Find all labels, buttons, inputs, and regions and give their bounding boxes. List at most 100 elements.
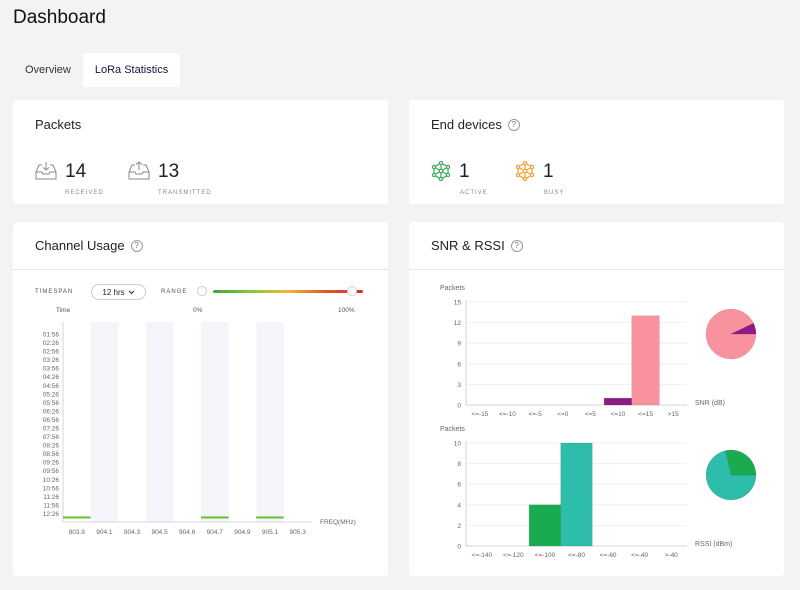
freq-tick-label: 904.1: [96, 529, 113, 536]
freq-tick-label: 905.3: [289, 529, 306, 536]
time-tick-label: 05:56: [43, 400, 60, 407]
x-tick-label: >-40: [665, 552, 679, 559]
time-tick-label: 02:56: [43, 349, 60, 356]
y-axis-title: Packets: [440, 426, 465, 433]
freq-tick-label: 905.1: [262, 529, 279, 536]
freq-axis-label: FREQ(MHz): [320, 519, 356, 526]
active-label: ACTIVE: [460, 190, 488, 196]
time-tick-label: 07:26: [43, 426, 60, 433]
inbox-upload-icon: [128, 161, 150, 186]
x-tick-label: <=-120: [503, 552, 524, 559]
packets-title: Packets: [35, 117, 82, 132]
usage-cell: [256, 516, 284, 519]
freq-tick-label: 904.3: [124, 529, 141, 536]
time-tick-label: 03:56: [43, 366, 60, 373]
x-tick-label: <=0: [557, 411, 569, 418]
y-axis-title: Packets: [440, 285, 465, 292]
x-tick-label: <=-60: [600, 552, 617, 559]
snr-histogram: Packets 0 3 6 9 12 15 <=-15 <=-10 <=-5 <=0 <=5 <=10 <…: [440, 285, 757, 418]
y-tick-label: 6: [457, 361, 461, 368]
time-tick-label: 09:56: [43, 468, 60, 475]
time-tick-label: 07:56: [43, 434, 60, 441]
histogram-bar: [560, 442, 593, 547]
x-tick-label: <=-5: [528, 411, 542, 418]
network-node-icon: [431, 160, 451, 186]
transmitted-count: 13: [158, 161, 180, 182]
histogram-bar: [528, 504, 561, 547]
y-tick-label: 0: [457, 544, 461, 551]
time-tick-label: 03:26: [43, 357, 60, 364]
x-tick-label: <=-100: [535, 552, 556, 559]
y-tick-label: 9: [457, 341, 461, 348]
network-node-icon: [515, 160, 535, 186]
y-tick-label: 10: [454, 441, 462, 448]
freq-tick-label: 904.7: [207, 529, 224, 536]
channel-band: [256, 322, 284, 522]
page-title: Dashboard: [13, 7, 106, 28]
x-tick-label: >15: [668, 411, 679, 418]
tab-overview[interactable]: Overview: [13, 53, 83, 87]
time-tick-label: 06:56: [43, 417, 60, 424]
y-tick-label: 8: [457, 461, 461, 468]
time-tick-label: 01:56: [43, 332, 60, 339]
y-tick-label: 4: [457, 502, 461, 509]
y-tick-label: 0: [457, 403, 461, 410]
active-devices-stat: 1 ACTIVE: [431, 160, 487, 196]
tab-lora-statistics[interactable]: LoRa Statistics: [82, 53, 181, 87]
transmitted-stat: 13 TRANSMITTED: [128, 161, 211, 196]
x-tick-label: <=-15: [471, 411, 488, 418]
usage-cell: [201, 516, 229, 519]
received-stat: 14 RECEIVED: [35, 161, 103, 196]
time-tick-label: 02:26: [43, 340, 60, 347]
busy-label: BUSY: [544, 190, 565, 196]
x-tick-label: <=-40: [631, 552, 648, 559]
rssi-histogram: Packets 0 2 4 6 8 10 <=-140 <=-120 <=-100 <=-80 <=-…: [440, 426, 757, 559]
freq-tick-label: 903.9: [69, 529, 86, 536]
freq-tick-label: 904.5: [151, 529, 168, 536]
time-tick-label: 06:26: [43, 408, 60, 415]
busy-count: 1: [543, 161, 554, 182]
time-tick-label: 09:26: [43, 460, 60, 467]
time-tick-label: 12:26: [43, 511, 60, 518]
time-tick-label: 08:26: [43, 443, 60, 450]
x-tick-label: <=-80: [568, 552, 585, 559]
time-tick-label: 05:26: [43, 391, 60, 398]
time-tick-label: 04:26: [43, 374, 60, 381]
y-tick-label: 3: [457, 382, 461, 389]
x-axis-title: RSSI (dBm): [695, 541, 732, 548]
freq-tick-label: 904.9: [234, 529, 251, 536]
active-count: 1: [459, 161, 470, 182]
y-tick-label: 12: [454, 320, 462, 327]
tab-bar: Overview LoRa Statistics: [13, 53, 181, 87]
time-tick-label: 11:56: [43, 502, 59, 509]
usage-cell: [63, 516, 91, 519]
channel-usage-heatmap: 01:5602:26 02:5603:26 03:5604:26 04:5605:26…: [43, 322, 356, 536]
y-tick-label: 2: [457, 523, 461, 530]
channel-band: [145, 322, 174, 522]
channel-band: [90, 322, 119, 522]
channel-band: [201, 322, 229, 522]
x-tick-label: <=15: [638, 411, 653, 418]
time-tick-label: 10:26: [43, 477, 60, 484]
histogram-bar: [603, 397, 632, 406]
time-tick-label: 11:26: [43, 494, 59, 501]
end-devices-title: End devices ?: [431, 117, 520, 132]
inbox-download-icon: [35, 161, 57, 186]
pie-slice: [725, 449, 757, 476]
help-icon[interactable]: ?: [507, 118, 520, 131]
snr-rssi-title: SNR & RSSI ?: [431, 238, 523, 253]
histogram-bar: [631, 315, 660, 406]
received-label: RECEIVED: [65, 190, 104, 196]
x-tick-label: <=10: [611, 411, 626, 418]
x-tick-label: <=-10: [499, 411, 516, 418]
packets-card: Packets 14 RECEIVED 13 TRANSMITTED: [13, 100, 388, 204]
help-icon[interactable]: ?: [510, 239, 523, 252]
x-tick-label: <=5: [585, 411, 597, 418]
card-divider: [409, 269, 784, 270]
busy-devices-stat: 1 BUSY: [515, 160, 563, 196]
time-tick-label: 04:56: [43, 383, 60, 390]
snr-rssi-card: SNR & RSSI ? Packets 0 3 6 9 12 15 <=-15 <=-10 <=…: [409, 222, 784, 576]
received-count: 14: [65, 161, 87, 182]
time-tick-label: 08:56: [43, 451, 60, 458]
time-tick-label: 10:56: [43, 485, 60, 492]
